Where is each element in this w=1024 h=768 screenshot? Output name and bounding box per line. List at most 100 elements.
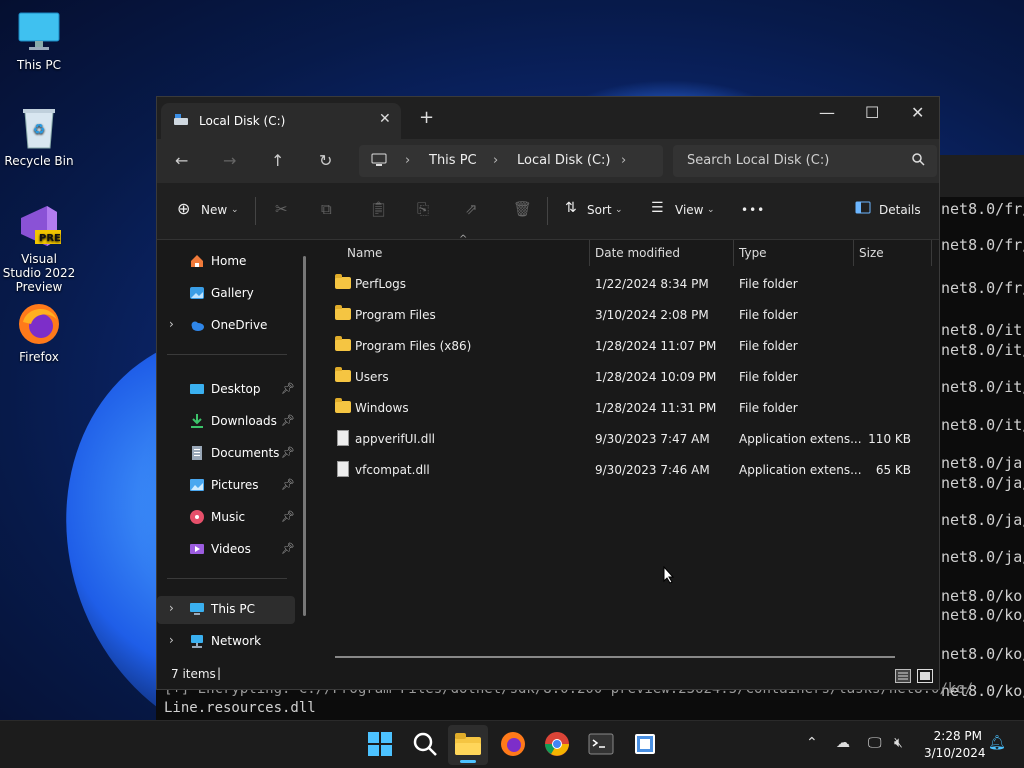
sidebar-item-desktop[interactable]: Desktop 📌︎ — [157, 376, 295, 404]
sidebar-item-this-pc[interactable]: › This PC — [157, 596, 295, 624]
sidebar-item-pictures[interactable]: Pictures 📌︎ — [157, 472, 295, 500]
search-input[interactable]: Search Local Disk (C:) — [673, 145, 937, 177]
new-tab-button[interactable]: + — [419, 109, 434, 127]
clock-time[interactable]: 2:28 PM — [932, 729, 982, 743]
notification-bell-icon[interactable]: 🔔︎ — [988, 735, 1006, 751]
volume-muted-icon[interactable]: 🔇︎ — [894, 735, 903, 751]
desktop-icon-firefox[interactable]: Firefox — [1, 302, 77, 364]
more-options-button[interactable]: ••• — [741, 203, 765, 217]
column-divider[interactable] — [589, 240, 590, 266]
file-row[interactable]: Windows 1/28/2024 11:31 PM File folder — [327, 394, 927, 424]
sidebar-item-downloads[interactable]: Downloads 📌︎ — [157, 408, 295, 436]
desktop-icon-this-pc[interactable]: This PC — [1, 10, 77, 72]
file-date: 1/28/2024 11:07 PM — [595, 339, 717, 353]
share-icon[interactable]: ⇗ — [465, 200, 478, 218]
minimize-button[interactable]: — — [819, 103, 835, 122]
file-date: 3/10/2024 2:08 PM — [595, 308, 709, 322]
taskbar-terminal-icon[interactable] — [588, 731, 616, 759]
file-name: Program Files (x86) — [355, 339, 472, 353]
network-status-icon[interactable]: 🖵︎ — [868, 735, 882, 751]
copy-icon[interactable]: ⧉ — [321, 200, 332, 218]
music-icon — [189, 509, 205, 525]
forward-arrow-icon[interactable]: → — [223, 151, 236, 170]
taskbar-file-explorer[interactable] — [448, 725, 488, 765]
chevron-right-icon[interactable]: › — [621, 153, 626, 168]
chevron-right-icon[interactable]: › — [169, 317, 174, 331]
column-header-date[interactable]: Date modified — [595, 246, 680, 260]
taskbar-firefox-icon[interactable] — [500, 731, 528, 759]
horizontal-scrollbar[interactable] — [335, 656, 895, 658]
chevron-up-icon[interactable]: ⌃ — [806, 735, 818, 751]
file-explorer-window[interactable]: Local Disk (C:) ✕ + — ☐ ✕ ← → ↑ ↻ › This… — [156, 96, 940, 690]
file-name: appverifUI.dll — [355, 432, 435, 446]
chevron-down-icon: ⌄ — [615, 205, 623, 215]
sidebar-item-videos[interactable]: Videos 📌︎ — [157, 536, 295, 564]
terminal-output-line: net8.0/fr/ — [941, 236, 1024, 254]
column-divider[interactable] — [853, 240, 854, 266]
file-row[interactable]: Program Files 3/10/2024 2:08 PM File folde… — [327, 301, 927, 331]
tab-local-disk[interactable]: Local Disk (C:) ✕ — [161, 103, 401, 139]
cloud-icon — [189, 317, 205, 333]
file-row[interactable]: vfcompat.dll 9/30/2023 7:46 AM Application… — [327, 456, 927, 486]
rename-icon[interactable]: ⎘ — [417, 200, 429, 218]
file-date: 1/28/2024 11:31 PM — [595, 401, 717, 415]
active-app-indicator — [460, 760, 476, 763]
file-size: 110 KB — [868, 432, 911, 446]
search-icon[interactable] — [412, 731, 440, 759]
sidebar-item-label: This PC — [211, 602, 255, 616]
start-windows-icon[interactable] — [367, 731, 395, 759]
desktop-icon-recycle-bin[interactable]: ♻ Recycle Bin — [1, 106, 77, 168]
title-bar[interactable]: Local Disk (C:) ✕ + — ☐ ✕ — [157, 97, 939, 139]
column-header-name[interactable]: Name — [347, 246, 382, 260]
clock-date[interactable]: 3/10/2024 — [924, 746, 986, 760]
sidebar-item-music[interactable]: Music 📌︎ — [157, 504, 295, 532]
terminal-output-line: net8.0/ja/ — [941, 548, 1024, 566]
address-bar[interactable]: › This PC › Local Disk (C:) › — [359, 145, 663, 177]
cut-icon[interactable]: ✂ — [275, 200, 288, 218]
sidebar-item-gallery[interactable]: Gallery — [157, 280, 295, 308]
onedrive-status-icon[interactable]: ☁ — [836, 735, 850, 751]
up-arrow-icon[interactable]: ↑ — [271, 151, 284, 170]
navigation-pane: Home Gallery › OneDrive Desktop 📌︎ Downl… — [157, 240, 315, 660]
breadcrumb-local-disk[interactable]: Local Disk (C:) — [517, 153, 610, 168]
plus-icon[interactable]: ⊕ — [177, 199, 190, 218]
thumbnail-view-icon[interactable] — [917, 669, 933, 686]
file-row[interactable]: PerfLogs 1/22/2024 8:34 PM File folder — [327, 270, 927, 300]
file-name: vfcompat.dll — [355, 463, 430, 477]
close-button[interactable]: ✕ — [911, 103, 924, 122]
chevron-right-icon[interactable]: › — [169, 601, 174, 615]
file-row[interactable]: appverifUI.dll 9/30/2023 7:47 AM Applicati… — [327, 425, 927, 455]
delete-icon[interactable]: 🗑︎ — [513, 200, 532, 218]
desktop-icon-visual-studio[interactable]: PRE Visual Studio 2022 Preview — [1, 204, 77, 294]
sidebar-item-label: Network — [211, 634, 262, 648]
folder-icon — [335, 274, 351, 289]
details-view-icon[interactable] — [895, 669, 911, 686]
breadcrumb-this-pc[interactable]: This PC — [429, 153, 477, 168]
chevron-right-icon[interactable]: › — [169, 633, 174, 647]
tab-close-icon[interactable]: ✕ — [379, 111, 391, 127]
sidebar-item-onedrive[interactable]: › OneDrive — [157, 312, 295, 340]
paste-icon[interactable]: 📋︎ — [369, 200, 388, 218]
file-row[interactable]: Program Files (x86) 1/28/2024 11:07 PM Fil… — [327, 332, 927, 362]
new-button[interactable]: New — [201, 203, 227, 217]
file-date: 1/28/2024 10:09 PM — [595, 370, 717, 384]
sidebar-item-home[interactable]: Home — [157, 248, 295, 276]
taskbar-notepad-icon[interactable] — [632, 731, 660, 759]
details-button[interactable]: Details — [879, 203, 921, 217]
column-header-type[interactable]: Type — [739, 246, 767, 260]
column-divider[interactable] — [931, 240, 932, 266]
view-button[interactable]: View — [675, 203, 703, 217]
refresh-icon[interactable]: ↻ — [319, 151, 332, 170]
sidebar-scrollbar[interactable] — [303, 256, 306, 616]
sidebar-item-network[interactable]: › Network — [157, 628, 295, 656]
taskbar-chrome-icon[interactable] — [544, 731, 572, 759]
maximize-button[interactable]: ☐ — [865, 103, 879, 122]
file-row[interactable]: Users 1/28/2024 10:09 PM File folder — [327, 363, 927, 393]
column-header-size[interactable]: Size — [859, 246, 884, 260]
sidebar-item-documents[interactable]: Documents 📌︎ — [157, 440, 295, 468]
back-arrow-icon[interactable]: ← — [175, 151, 188, 170]
column-divider[interactable] — [733, 240, 734, 266]
sort-button[interactable]: Sort — [587, 203, 612, 217]
sidebar-divider — [167, 354, 287, 355]
sidebar-divider — [167, 578, 287, 579]
